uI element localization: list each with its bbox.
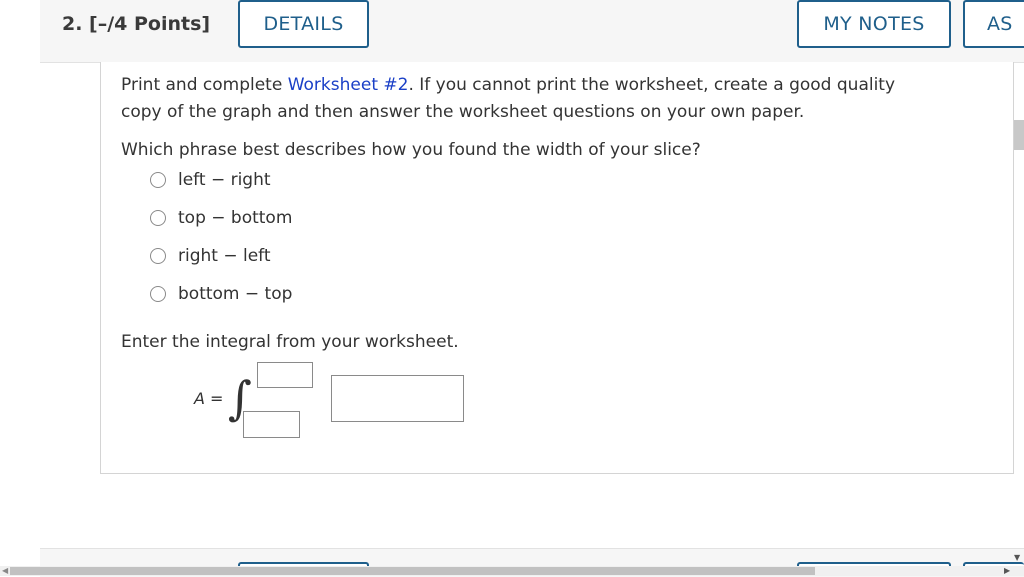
choice-label: top − bottom	[178, 208, 293, 228]
area-variable: A	[194, 389, 205, 408]
choice-label: left − right	[178, 170, 271, 190]
my-notes-button[interactable]: MY NOTES	[797, 0, 951, 48]
details-button[interactable]: DETAILS	[238, 0, 369, 48]
integral-prompt: Enter the integral from your worksheet.	[121, 332, 459, 352]
choice-label: bottom − top	[178, 284, 293, 304]
radio-button[interactable]	[150, 248, 166, 264]
choice-top-bottom[interactable]: top − bottom	[150, 207, 292, 229]
choice-bottom-top[interactable]: bottom − top	[150, 283, 292, 305]
width-question: Which phrase best describes how you foun…	[121, 140, 701, 160]
area-equation-label: A =	[194, 389, 223, 408]
ask-button[interactable]: AS	[963, 0, 1024, 48]
choice-label: right − left	[178, 246, 271, 266]
radio-button[interactable]	[150, 286, 166, 302]
vertical-scrollbar-thumb[interactable]	[1014, 120, 1024, 150]
worksheet-prompt: Print and complete Worksheet #2. If you …	[121, 72, 941, 126]
choice-left-right[interactable]: left − right	[150, 169, 271, 191]
radio-button[interactable]	[150, 210, 166, 226]
lower-limit-input[interactable]	[243, 411, 300, 438]
scroll-down-arrow-icon[interactable]: ▼	[1014, 553, 1020, 562]
worksheet-link[interactable]: Worksheet #2	[288, 75, 409, 95]
prompt-text-start: Print and complete	[121, 75, 288, 95]
scroll-right-arrow-icon[interactable]: ▶	[1004, 566, 1010, 575]
radio-button[interactable]	[150, 172, 166, 188]
question-number: 2. [–/4 Points]	[62, 13, 211, 35]
horizontal-scrollbar-thumb[interactable]	[10, 567, 815, 575]
upper-limit-input[interactable]	[257, 362, 313, 388]
scroll-left-arrow-icon[interactable]: ◀	[2, 566, 8, 575]
equals-sign: =	[210, 389, 224, 408]
choice-right-left[interactable]: right − left	[150, 245, 271, 267]
integrand-input[interactable]	[331, 375, 464, 422]
